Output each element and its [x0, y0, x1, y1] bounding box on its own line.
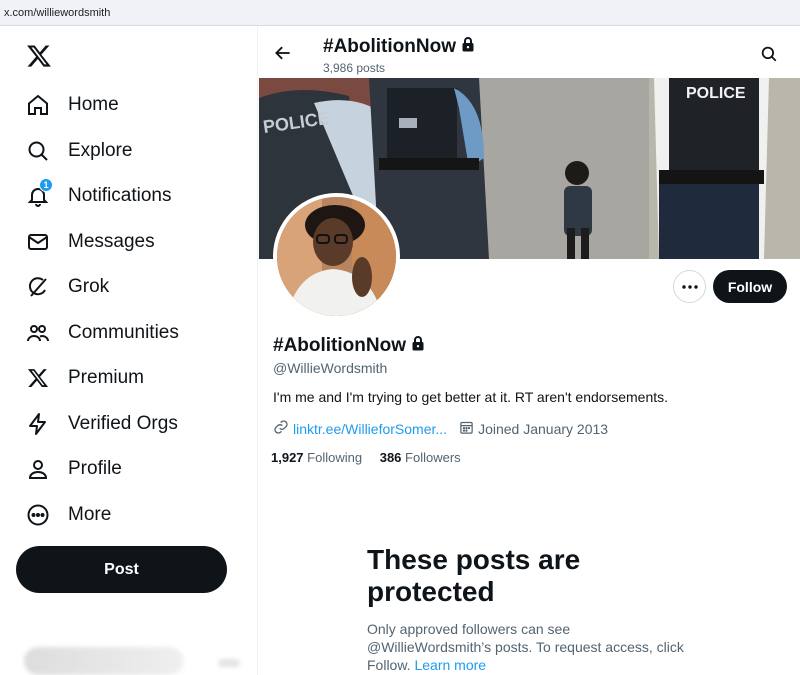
nav-item-communities[interactable]: Communities	[0, 311, 240, 355]
profile-bio: I'm me and I'm trying to get better at i…	[273, 389, 669, 405]
grok-icon	[26, 275, 50, 299]
link-icon	[273, 419, 289, 438]
x-logo-icon[interactable]	[26, 43, 52, 69]
account-more-icon[interactable]	[218, 659, 240, 667]
sidebar: Home Explore 1 Notifications Messages Gr…	[0, 27, 258, 675]
people-icon	[26, 321, 50, 345]
post-count: 3,986 posts	[323, 61, 386, 75]
calendar-icon	[459, 420, 474, 438]
back-arrow-icon[interactable]	[273, 43, 295, 65]
following-link[interactable]: 1,927 Following	[271, 450, 362, 465]
followers-label: Followers	[405, 450, 461, 465]
profile-meta: linktr.ee/WillieforSomer... Joined Janua…	[273, 419, 608, 438]
nav-label-verified-orgs: Verified Orgs	[68, 413, 178, 434]
home-icon	[26, 93, 50, 117]
search-icon	[26, 139, 50, 163]
following-label: Following	[307, 450, 363, 465]
search-icon[interactable]	[760, 45, 780, 65]
x-logo-icon	[26, 366, 50, 390]
nav-label-messages: Messages	[68, 231, 155, 252]
address-bar[interactable]: x.com/williewordsmith	[0, 0, 800, 26]
person-icon	[26, 457, 50, 481]
profile-name-text: #AbolitionNow	[273, 335, 406, 356]
nav-label-grok: Grok	[68, 276, 110, 297]
nav-item-verified-orgs[interactable]: Verified Orgs	[0, 402, 240, 446]
nav-label-premium: Premium	[68, 367, 145, 388]
lock-icon	[461, 36, 475, 58]
nav-label-more: More	[68, 504, 112, 525]
url-text: x.com/williewordsmith	[4, 7, 111, 19]
protected-message: Only approved followers can see @WillieW…	[367, 620, 697, 674]
nav-label-notifications: Notifications	[68, 185, 172, 206]
nav-item-notifications[interactable]: 1 Notifications	[0, 174, 240, 218]
profile-header-bar: #AbolitionNow 3,986 posts	[259, 27, 800, 78]
post-button[interactable]: Post	[16, 546, 227, 593]
follow-counts: 1,927 Following 386 Followers	[271, 450, 461, 465]
notification-badge: 1	[39, 178, 53, 192]
nav-item-grok[interactable]: Grok	[0, 265, 240, 309]
nav-item-more[interactable]: More	[0, 493, 240, 537]
banner-police-text-right: POLICE	[686, 85, 746, 102]
lock-icon	[411, 335, 425, 357]
nav-item-explore[interactable]: Explore	[0, 129, 240, 173]
follow-button[interactable]: Follow	[713, 270, 787, 303]
nav-item-profile[interactable]: Profile	[0, 447, 240, 491]
ellipsis-icon	[681, 284, 698, 289]
envelope-icon	[26, 230, 50, 254]
nav-label-explore: Explore	[68, 140, 133, 161]
lightning-icon	[26, 412, 50, 436]
following-count: 1,927	[271, 450, 304, 465]
avatar[interactable]	[273, 193, 400, 320]
protected-title: These posts are protected	[367, 544, 581, 607]
profile-website-link[interactable]: linktr.ee/WillieforSomer...	[293, 421, 447, 437]
main-column: #AbolitionNow 3,986 posts POLICE POLICE …	[259, 27, 800, 675]
followers-count: 386	[379, 450, 402, 465]
profile-name: #AbolitionNow	[273, 335, 425, 357]
joined-date: Joined January 2013	[478, 420, 609, 437]
nav-item-home[interactable]: Home	[0, 83, 240, 127]
nav-label-profile: Profile	[68, 458, 122, 479]
nav-label-communities: Communities	[68, 322, 179, 343]
followers-link[interactable]: 386 Followers	[380, 450, 461, 465]
header-title: #AbolitionNow	[323, 36, 475, 58]
more-circle-icon	[26, 503, 50, 527]
nav-item-premium[interactable]: Premium	[0, 356, 240, 400]
profile-handle: @WillieWordsmith	[273, 360, 388, 376]
account-switcher[interactable]	[24, 647, 184, 675]
nav-item-messages[interactable]: Messages	[0, 220, 240, 264]
header-title-text: #AbolitionNow	[323, 36, 456, 57]
more-options-button[interactable]	[673, 270, 706, 303]
nav-label-home: Home	[68, 94, 119, 115]
learn-more-link[interactable]: Learn more	[414, 657, 486, 673]
